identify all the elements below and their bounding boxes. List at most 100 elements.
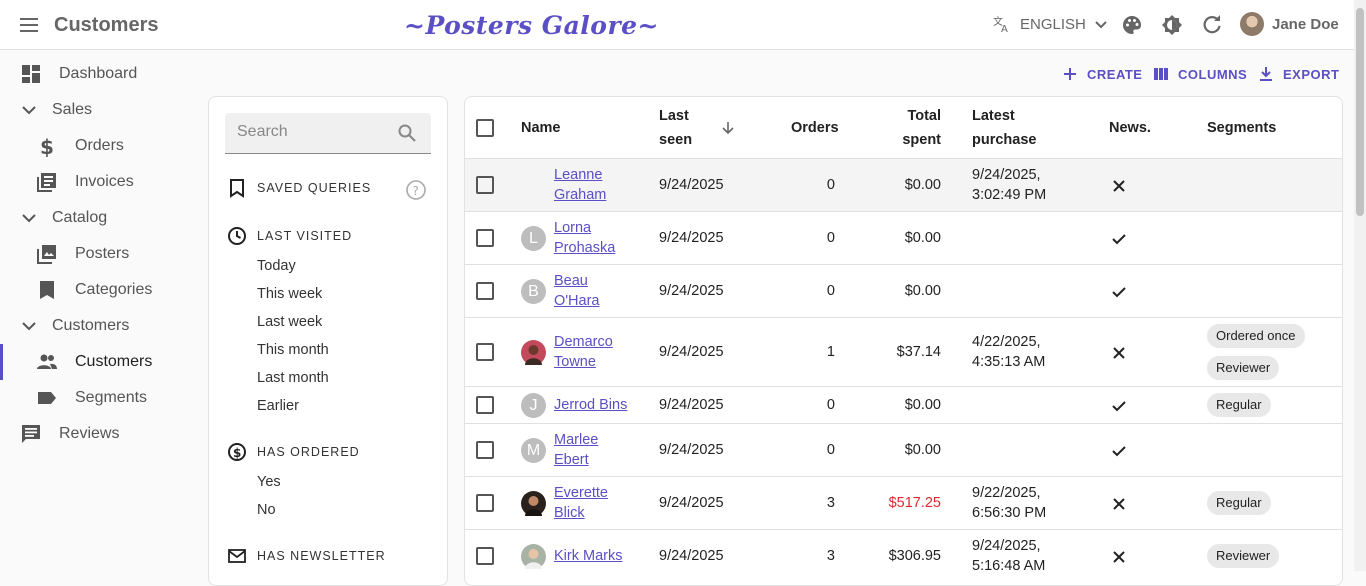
row-checkbox[interactable]	[476, 494, 494, 512]
mail-icon	[228, 549, 246, 563]
orders-value: 0	[826, 442, 835, 458]
segment-chip: Regular	[1207, 491, 1271, 515]
scrollbar-thumb[interactable]	[1356, 8, 1364, 216]
row-checkbox[interactable]	[476, 547, 494, 565]
column-header-newsletter[interactable]: News.	[1109, 97, 1151, 158]
section-title: HAS ORDERED	[257, 445, 360, 459]
segment-chip: Reviewer	[1207, 544, 1280, 568]
column-header-segments: Segments	[1207, 119, 1277, 136]
customer-name-link[interactable]: Marlee Ebert	[554, 430, 649, 470]
row-checkbox[interactable]	[476, 176, 494, 194]
sidebar-item-label: Invoices	[75, 173, 134, 190]
translate-icon: 文A	[993, 15, 1008, 34]
search-input[interactable]	[237, 123, 387, 141]
sidebar-item-segments[interactable]: Segments	[0, 380, 200, 416]
cross-icon	[1113, 551, 1125, 563]
filter-earlier[interactable]: Earlier	[257, 398, 299, 414]
customer-name-link[interactable]: Everette Blick	[554, 483, 649, 523]
last-seen-value: 9/24/2025	[659, 548, 724, 564]
search-icon	[398, 124, 416, 142]
sidebar-item-label: Categories	[75, 281, 153, 298]
sidebar-group-customers[interactable]: Customers	[0, 308, 200, 344]
avatar	[1240, 12, 1264, 36]
row-checkbox[interactable]	[476, 229, 494, 247]
customer-name-link[interactable]: Beau O'Hara	[554, 271, 649, 311]
sidebar-item-label: Posters	[75, 245, 130, 262]
table-row[interactable]: Leanne Graham 9/24/2025 0 $0.00 9/24/2025…	[465, 158, 1342, 211]
sidebar-group-catalog[interactable]: Catalog	[0, 200, 200, 236]
select-all-checkbox[interactable]	[476, 119, 494, 137]
export-button[interactable]: EXPORT	[1258, 66, 1339, 82]
latest-purchase-value: 9/24/2025, 5:16:48 AM	[972, 538, 1046, 574]
sidebar-item-orders[interactable]: $ Orders	[0, 128, 200, 164]
table-row[interactable]: Everette Blick 9/24/2025 3 $517.25 9/22/2…	[465, 476, 1342, 529]
filter-this-month[interactable]: This month	[257, 342, 329, 358]
sidebar-item-reviews[interactable]: Reviews	[0, 416, 200, 452]
svg-text:$: $	[233, 446, 242, 460]
customer-name-link[interactable]: Kirk Marks	[554, 546, 664, 566]
columns-button[interactable]: COLUMNS	[1153, 66, 1247, 82]
row-checkbox[interactable]	[476, 343, 494, 361]
menu-icon[interactable]	[19, 15, 39, 35]
filter-last-month[interactable]: Last month	[257, 370, 329, 386]
svg-text:?: ?	[413, 184, 419, 198]
avatar	[521, 340, 546, 365]
user-menu[interactable]: Jane Doe	[1240, 12, 1339, 36]
table-row[interactable]: M Marlee Ebert 9/24/2025 0 $0.00	[465, 423, 1342, 476]
money-icon: $	[228, 443, 246, 461]
sidebar-item-posters[interactable]: Posters	[0, 236, 200, 272]
download-icon	[1260, 67, 1272, 81]
column-header-total-spent[interactable]: Total spent	[885, 97, 941, 158]
sidebar-item-customers[interactable]: Customers	[0, 344, 200, 380]
button-label: CREATE	[1087, 66, 1143, 82]
sidebar-item-dashboard[interactable]: Dashboard	[0, 56, 200, 92]
column-header-name[interactable]: Name	[521, 97, 561, 158]
cross-icon	[1113, 498, 1125, 510]
create-button[interactable]: CREATE	[1062, 66, 1142, 82]
table-row[interactable]: B Beau O'Hara 9/24/2025 0 $0.00	[465, 264, 1342, 317]
dollar-icon: $	[40, 135, 54, 157]
filter-no[interactable]: No	[257, 502, 276, 518]
table-row[interactable]: J Jerrod Bins 9/24/2025 0 $0.00 Regular	[465, 386, 1342, 423]
table-row[interactable]: Kirk Marks 9/24/2025 3 $306.95 9/24/2025…	[465, 529, 1342, 585]
table-row[interactable]: Demarco Towne 9/24/2025 1 $37.14 4/22/202…	[465, 317, 1342, 386]
customers-table: Name Last seen Orders Total spent Latest pu…	[464, 96, 1343, 586]
refresh-icon[interactable]	[1201, 14, 1223, 36]
filter-yes[interactable]: Yes	[257, 474, 281, 490]
filter-last-week[interactable]: Last week	[257, 314, 322, 330]
filter-today[interactable]: Today	[257, 258, 296, 274]
orders-value: 3	[826, 548, 835, 564]
palette-icon[interactable]	[1121, 14, 1143, 36]
sidebar-item-categories[interactable]: Categories	[0, 272, 200, 308]
theme-toggle-icon[interactable]	[1161, 14, 1183, 36]
customer-name-link[interactable]: Lorna Prohaska	[554, 218, 649, 258]
total-spent-value: $0.00	[904, 283, 941, 299]
sidebar-item-label: Sales	[52, 101, 93, 118]
image-collection-icon	[37, 245, 56, 264]
customer-name-link[interactable]: Demarco Towne	[554, 332, 649, 372]
bookmark-icon	[40, 281, 54, 299]
latest-purchase-value: 4/22/2025, 4:35:13 AM	[972, 334, 1046, 370]
table-row[interactable]: L Lorna Prohaska 9/24/2025 0 $0.00	[465, 211, 1342, 264]
sidebar-item-invoices[interactable]: Invoices	[0, 164, 200, 200]
sidebar-group-sales[interactable]: Sales	[0, 92, 200, 128]
row-checkbox[interactable]	[476, 396, 494, 414]
page-scrollbar[interactable]	[1354, 0, 1366, 571]
search-field[interactable]	[225, 113, 431, 154]
avatar: J	[521, 393, 546, 418]
column-header-latest-purchase[interactable]: Latest purchase	[972, 97, 1036, 158]
row-checkbox[interactable]	[476, 441, 494, 459]
help-icon[interactable]: ?	[405, 179, 427, 201]
column-header-orders[interactable]: Orders	[791, 97, 839, 158]
filter-this-week[interactable]: This week	[257, 286, 322, 302]
last-seen-value: 9/24/2025	[659, 230, 724, 246]
row-checkbox[interactable]	[476, 282, 494, 300]
app-bar: Customers ~Posters Galore~ 文A ENGLISH Ja…	[0, 0, 1354, 50]
total-spent-value: $0.00	[904, 230, 941, 246]
customer-name-link[interactable]: Leanne Graham	[554, 165, 649, 205]
has-ordered-header: $ HAS ORDERED	[227, 442, 360, 462]
language-selector[interactable]: 文A ENGLISH	[992, 14, 1108, 34]
customer-name-link[interactable]: Jerrod Bins	[554, 395, 664, 415]
column-header-last-seen[interactable]: Last seen	[659, 97, 736, 158]
orders-value: 1	[826, 344, 835, 360]
